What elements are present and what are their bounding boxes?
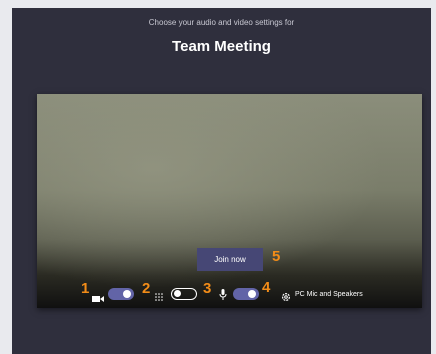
annotation-4: 4 xyxy=(262,279,271,296)
prejoin-screen: Choose your audio and video settings for… xyxy=(12,8,431,354)
annotation-5: 5 xyxy=(272,248,281,265)
microphone-icon xyxy=(219,287,227,305)
background-blur-toggle[interactable] xyxy=(171,288,197,300)
video-camera-icon xyxy=(92,290,104,308)
annotation-1: 1 xyxy=(81,280,90,297)
mic-toggle-knob xyxy=(248,290,256,298)
background-blur-icon xyxy=(154,289,164,307)
annotation-3: 3 xyxy=(203,280,212,297)
gear-icon[interactable] xyxy=(281,289,291,307)
annotation-2: 2 xyxy=(142,280,151,297)
video-toggle-knob xyxy=(123,290,131,298)
audio-device-label[interactable]: PC Mic and Speakers xyxy=(295,291,363,298)
settings-subtitle: Choose your audio and video settings for xyxy=(148,18,295,27)
video-toggle[interactable] xyxy=(108,288,134,300)
join-now-button[interactable]: Join now xyxy=(197,248,263,271)
video-preview: Join now 5 1 2 3 4 PC Mic and Speakers xyxy=(37,94,422,308)
microphone-toggle[interactable] xyxy=(233,288,259,300)
meeting-title: Team Meeting xyxy=(172,38,271,55)
blur-toggle-knob xyxy=(174,290,181,297)
